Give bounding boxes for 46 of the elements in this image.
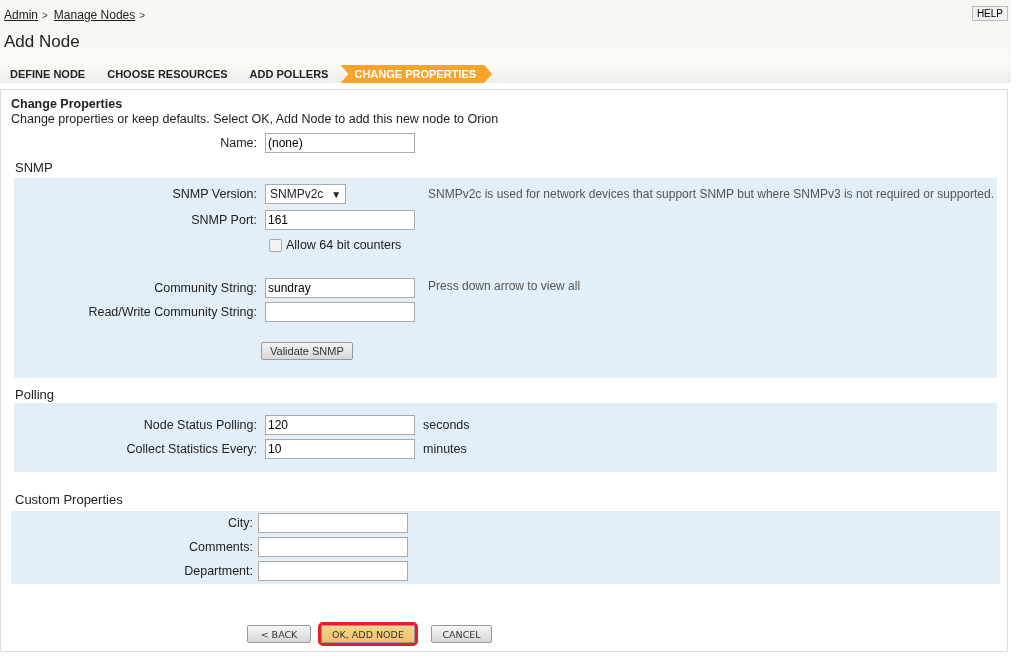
field-label: Name: [220, 136, 257, 150]
section-title: SNMP [15, 160, 54, 176]
field-label: SNMP Port: [191, 213, 257, 227]
validate-button[interactable]: Validate SNMP [261, 342, 353, 360]
field-label: Read/Write Community String: [88, 305, 257, 319]
unit-label: seconds [423, 418, 470, 432]
wizard-step[interactable]: CHOOSE RESOURCES [97, 65, 240, 83]
field-label: Node Status Polling: [143, 418, 257, 432]
field-label: Community String: [154, 281, 257, 295]
wizard-step[interactable]: DEFINE NODE [0, 65, 98, 83]
input-field[interactable]: 10 [265, 439, 415, 459]
checkbox[interactable] [269, 238, 282, 252]
input-field[interactable]: sundray [265, 278, 415, 298]
input-field[interactable] [258, 561, 408, 581]
dropdown[interactable]: SNMPv2c ▼ [265, 184, 347, 204]
section-title: Custom Properties [15, 492, 124, 508]
breadcrumb-link[interactable]: Admin [4, 8, 38, 22]
input-field[interactable]: 120 [265, 415, 415, 435]
page-title: Add Node [3, 31, 81, 53]
field-label: Comments: [189, 540, 253, 554]
breadcrumb-separator: > [42, 9, 48, 21]
help-button[interactable]: HELP [971, 6, 1008, 21]
wizard-button[interactable]: CANCEL [431, 625, 492, 643]
field-label: SNMP Version: [172, 187, 257, 201]
input-field[interactable]: 161 [265, 210, 415, 230]
field-label: Department: [184, 564, 253, 578]
wizard-button[interactable]: < BACK [247, 625, 311, 643]
field-label: City: [228, 516, 253, 530]
breadcrumb-link[interactable]: Manage Nodes [53, 8, 136, 22]
field-label: Collect Statistics Every: [126, 442, 257, 456]
section-title: Polling [15, 387, 56, 403]
wizard-button[interactable]: OK, ADD NODE [321, 625, 415, 643]
checkbox-label: Allow 64 bit counters [286, 238, 402, 252]
dropdown-value: SNMPv2c [270, 187, 324, 201]
panel-title: Change Properties [11, 97, 124, 111]
panel-description: Change properties or keep defaults. Select OK, Add Node to add this new node to Orion [11, 112, 500, 126]
hint-text: Press down arrow to view all [428, 278, 581, 293]
input-field[interactable] [258, 537, 408, 557]
input-field[interactable] [265, 302, 415, 322]
hint-text: SNMPv2c is used for network devices that support SNMP but where SNMPv3 is not required or supported. [428, 186, 995, 201]
caret-icon: ▼ [331, 188, 342, 200]
input-field[interactable] [258, 513, 408, 533]
unit-label: minutes [423, 442, 467, 456]
breadcrumb-separator: > [139, 9, 146, 21]
wizard-step[interactable]: ADD POLLERS [239, 65, 341, 83]
input-field[interactable]: (none) [265, 133, 415, 153]
